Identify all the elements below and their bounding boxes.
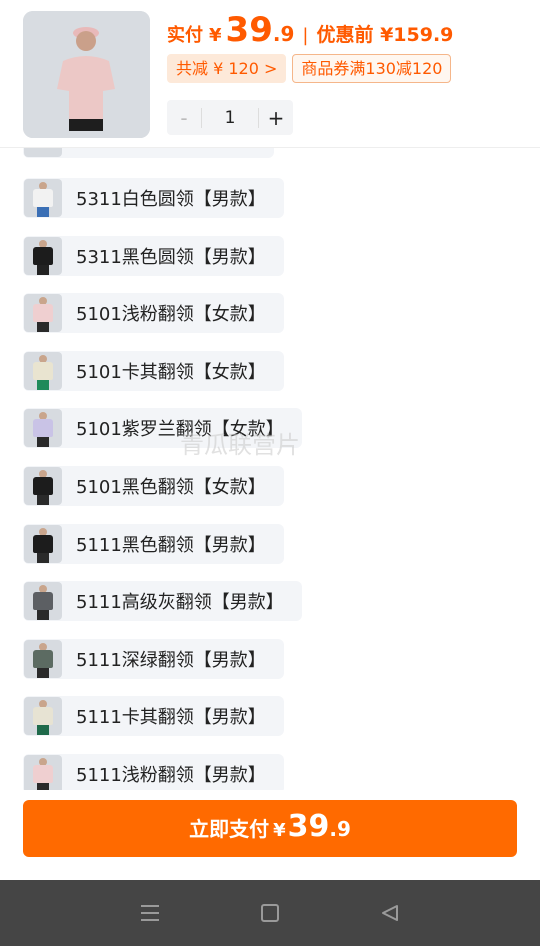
option-thumbnail (24, 294, 62, 333)
pay-label: 立即支付 (189, 817, 270, 841)
discount-tags: 共减 ¥ 120 > 商品券满130减120 (167, 54, 452, 83)
system-navigation-bar (0, 880, 540, 946)
option-thumbnail (24, 467, 62, 505)
option-label: 5111黑色翻领【男款】 (76, 534, 266, 556)
currency-symbol: ¥ (209, 25, 222, 46)
option-label: 5101卡其翻领【女款】 (76, 361, 266, 383)
pay-currency: ¥ (273, 820, 286, 841)
list-item[interactable]: 5111黑色翻领【男款】 (23, 523, 284, 564)
list-item[interactable]: 5101浅粉翻领【女款】 (23, 293, 284, 334)
list-item[interactable]: 5101黑色翻领【女款】 (23, 466, 284, 506)
list-item[interactable]: 5111高级灰翻领【男款】 (23, 581, 302, 622)
option-thumbnail (24, 524, 62, 563)
price-summary: 实付 ¥ 39 .9 | 优惠前 ¥159.9 (167, 10, 453, 50)
option-thumbnail (24, 179, 62, 217)
list-item[interactable]: 5111深绿翻领【男款】 (23, 638, 284, 679)
quantity-stepper: - 1 + (167, 100, 293, 135)
option-label: 5111浅粉翻领【男款】 (76, 765, 266, 786)
total-discount-tag[interactable]: 共减 ¥ 120 > (167, 54, 287, 83)
list-item[interactable]: 5311黑色圆领【男款】 (23, 235, 284, 276)
home-square-icon[interactable] (250, 893, 290, 933)
pay-integer: 39 (287, 809, 330, 844)
price-decimal: .9 (272, 22, 295, 46)
option-thumbnail (24, 697, 62, 736)
option-label: 5111卡其翻领【男款】 (76, 707, 266, 729)
quantity-value[interactable]: 1 (201, 107, 259, 128)
option-label: 5111深绿翻领【男款】 (76, 649, 266, 671)
quantity-increase-button[interactable]: + (259, 106, 293, 130)
quantity-decrease-button[interactable]: - (167, 106, 201, 130)
price-separator: | (302, 25, 309, 46)
option-label: 5111高级灰翻领【男款】 (76, 592, 284, 614)
option-thumbnail (24, 582, 62, 621)
list-item[interactable]: 5311白色圆领【男款】 (23, 178, 284, 218)
list-item[interactable]: 5101卡其翻领【女款】 (23, 350, 284, 391)
original-price: 优惠前 ¥159.9 (316, 24, 454, 46)
pay-now-button[interactable]: 立即支付 ¥ 39 .9 (23, 800, 517, 857)
price-integer: 39 (225, 10, 273, 50)
list-item[interactable]: 5111卡其翻领【男款】 (23, 696, 284, 737)
back-triangle-icon[interactable] (370, 893, 410, 933)
option-thumbnail (24, 409, 62, 448)
option-thumbnail (24, 236, 62, 275)
option-label: 5311黑色圆领【男款】 (76, 246, 266, 268)
coupon-tag: 商品券满130减120 (292, 54, 452, 83)
option-thumbnail (24, 755, 62, 790)
menu-icon[interactable] (130, 893, 170, 933)
option-thumbnail (24, 639, 62, 678)
product-image (23, 11, 150, 138)
order-summary-header: 实付 ¥ 39 .9 | 优惠前 ¥159.9 共减 ¥ 120 > 商品券满1… (0, 0, 540, 148)
watermark: 青瓜联营片 (180, 431, 300, 459)
paid-label: 实付 (167, 25, 203, 46)
list-item[interactable]: 5111浅粉翻领【男款】 (23, 754, 284, 790)
pay-decimal: .9 (329, 817, 351, 841)
option-label: 5101黑色翻领【女款】 (76, 477, 266, 498)
option-label: 5311白色圆领【男款】 (76, 189, 266, 210)
option-thumbnail (24, 351, 62, 390)
option-label: 5101浅粉翻领【女款】 (76, 304, 266, 326)
